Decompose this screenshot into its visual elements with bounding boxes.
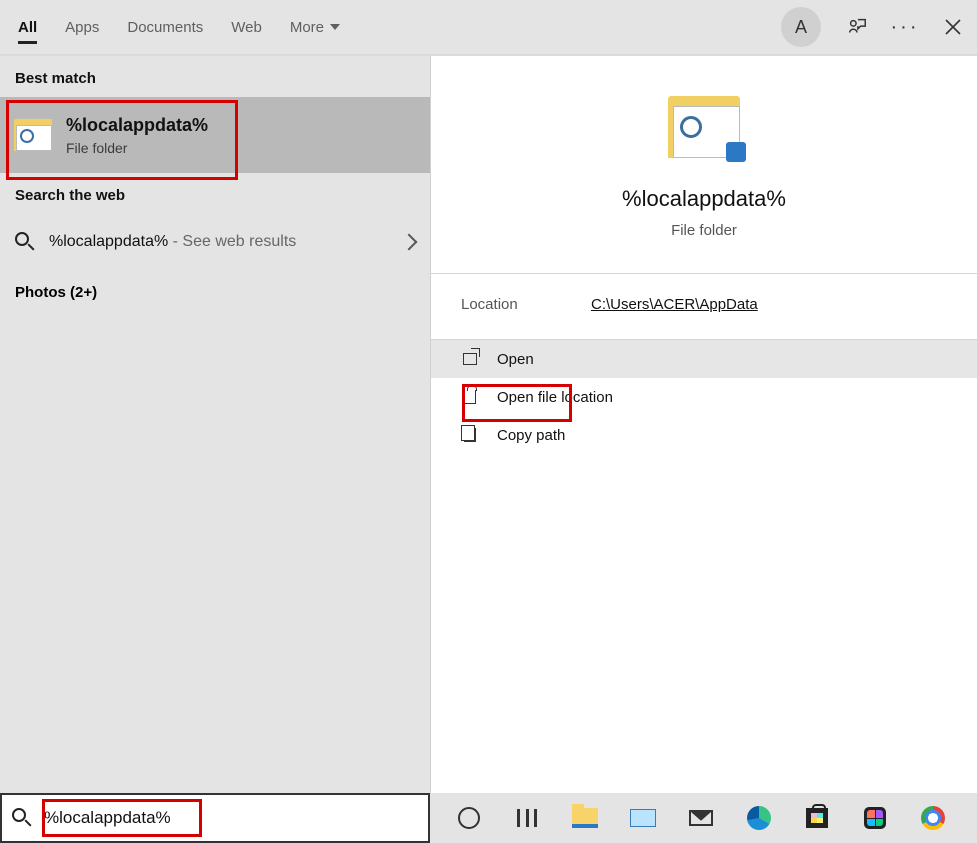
action-open-location-label: Open file location <box>497 389 613 406</box>
web-result-left: %localappdata% - See web results <box>15 232 296 252</box>
tab-more[interactable]: More <box>290 3 340 52</box>
caret-down-icon <box>330 24 340 30</box>
main: Best match %localappdata% File folder Se… <box>0 56 977 793</box>
copy-icon <box>461 426 479 444</box>
best-match-text: %localappdata% File folder <box>66 115 208 156</box>
folder-large-icon <box>668 96 740 158</box>
best-match-item[interactable]: %localappdata% File folder <box>0 97 430 173</box>
location-row: Location C:\Users\ACER\AppData <box>431 274 977 339</box>
taskbar <box>430 793 977 843</box>
web-result-rest: - See web results <box>168 233 296 250</box>
action-copy-path[interactable]: Copy path <box>431 416 977 454</box>
figma-icon[interactable] <box>858 801 892 835</box>
more-options-icon[interactable]: ··· <box>893 15 917 39</box>
search-web-header: Search the web <box>0 173 430 214</box>
close-button[interactable] <box>941 15 965 39</box>
tabs-bar: All Apps Documents Web More A ··· <box>0 0 977 56</box>
open-location-icon <box>461 388 479 406</box>
mail-icon[interactable] <box>684 801 718 835</box>
results-column: Best match %localappdata% File folder Se… <box>0 56 430 793</box>
web-result-item[interactable]: %localappdata% - See web results <box>0 214 430 270</box>
search-box[interactable] <box>0 793 430 843</box>
tab-documents[interactable]: Documents <box>127 3 203 52</box>
chrome-icon[interactable] <box>916 801 950 835</box>
details-subtitle: File folder <box>431 222 977 239</box>
folder-icon <box>14 119 52 151</box>
bottom-bar <box>0 793 977 843</box>
best-match-title: %localappdata% <box>66 115 208 136</box>
feedback-icon[interactable] <box>845 15 869 39</box>
cortana-icon[interactable] <box>452 801 486 835</box>
chevron-right-icon <box>401 234 418 251</box>
edge-icon[interactable] <box>742 801 776 835</box>
photos-header[interactable]: Photos (2+) <box>0 270 430 315</box>
avatar[interactable]: A <box>781 7 821 47</box>
location-path[interactable]: C:\Users\ACER\AppData <box>591 296 758 313</box>
search-icon <box>15 232 35 252</box>
tab-apps[interactable]: Apps <box>65 3 99 52</box>
best-match-subtitle: File folder <box>66 140 208 156</box>
file-explorer-icon[interactable] <box>568 801 602 835</box>
action-open[interactable]: Open <box>431 340 977 378</box>
tab-all[interactable]: All <box>18 3 37 52</box>
action-copy-path-label: Copy path <box>497 427 565 444</box>
web-result-term: %localappdata% <box>49 233 168 250</box>
details-panel: %localappdata% File folder Location C:\U… <box>430 56 977 793</box>
keyboard-app-icon[interactable] <box>626 801 660 835</box>
best-match-header: Best match <box>0 56 430 97</box>
tab-web[interactable]: Web <box>231 3 262 52</box>
open-icon <box>461 350 479 368</box>
search-input[interactable] <box>44 808 418 828</box>
action-open-location[interactable]: Open file location <box>431 378 977 416</box>
location-label: Location <box>461 296 591 313</box>
tabs-left: All Apps Documents Web More <box>18 3 340 52</box>
task-view-icon[interactable] <box>510 801 544 835</box>
search-icon <box>12 808 32 828</box>
details-top: %localappdata% File folder <box>431 56 977 239</box>
microsoft-store-icon[interactable] <box>800 801 834 835</box>
action-open-label: Open <box>497 351 534 368</box>
web-result-text: %localappdata% - See web results <box>49 233 296 251</box>
tab-more-label: More <box>290 19 324 36</box>
details-title: %localappdata% <box>431 186 977 212</box>
tabs-right: A ··· <box>781 7 965 47</box>
